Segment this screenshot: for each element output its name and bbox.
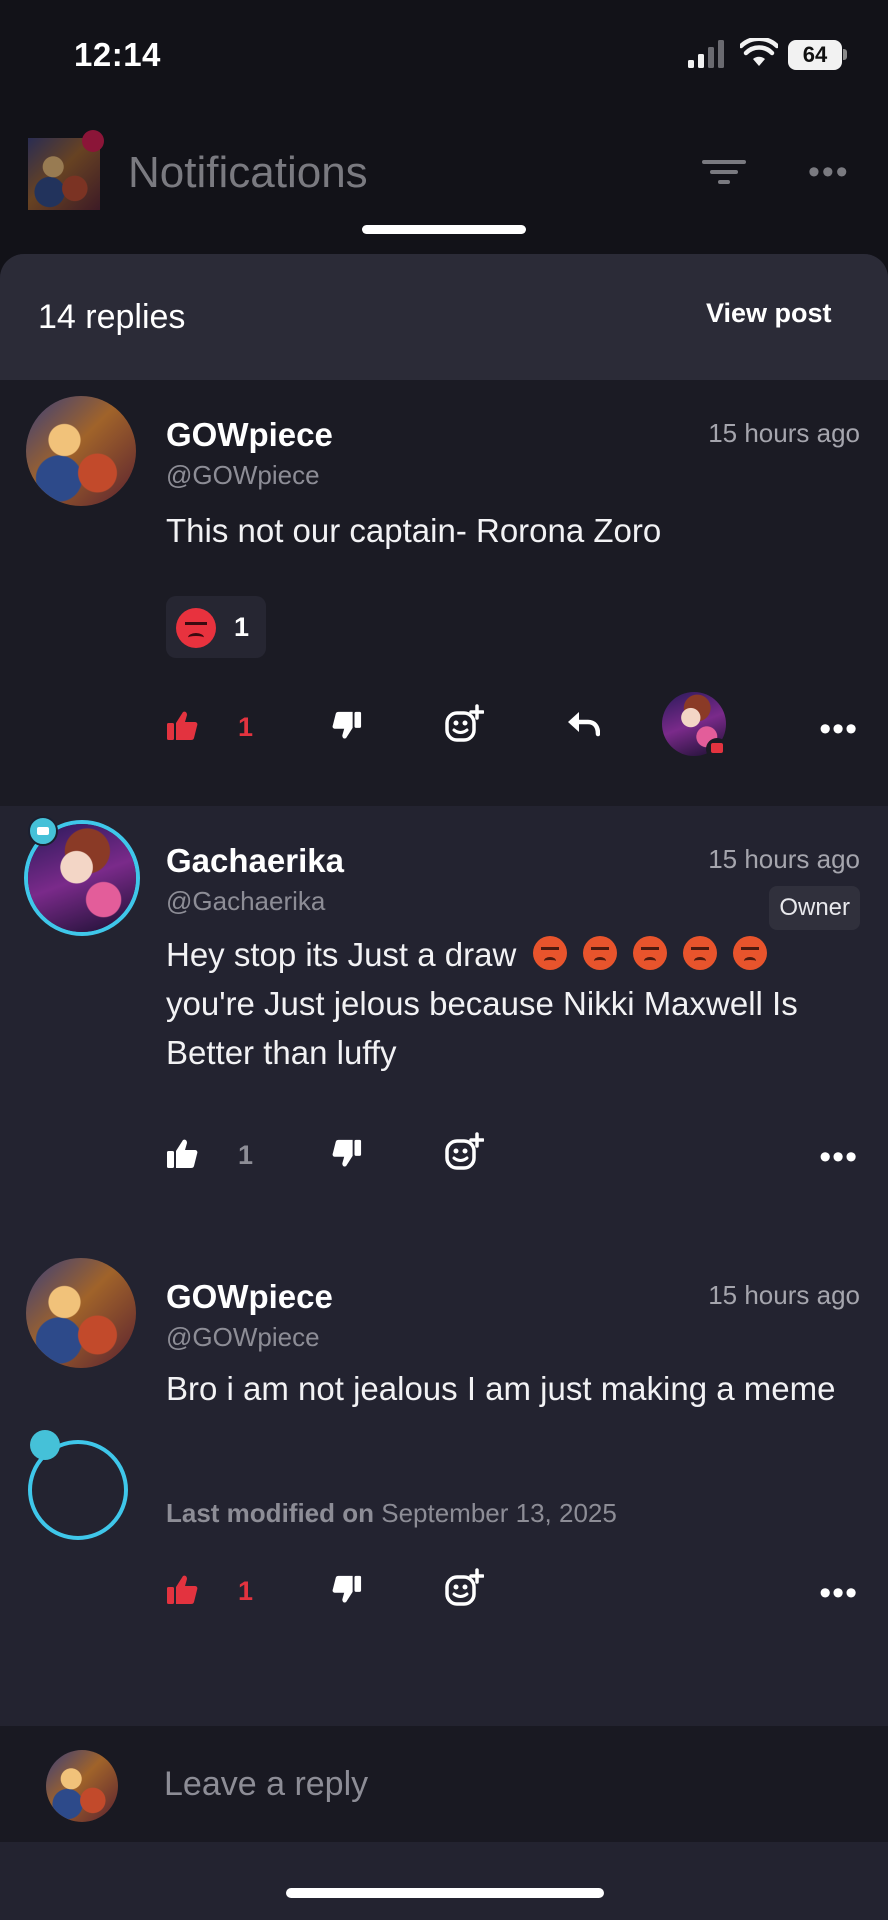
thumbs-down-icon[interactable] xyxy=(332,1138,362,1168)
replies-sheet: 14 replies View post GOWpiece @GOWpiece … xyxy=(0,254,888,1920)
comment-item: GOWpiece @GOWpiece 15 hours ago Bro i am… xyxy=(0,1242,888,1678)
comment-body: Hey stop its Just a draw you're Just jel… xyxy=(166,930,856,1077)
comment-item: GOWpiece @GOWpiece 15 hours ago This not… xyxy=(0,380,888,806)
comment-item: Gachaerika @Gachaerika 15 hours ago Owne… xyxy=(0,806,888,1242)
comment-actions: 1 ••• xyxy=(0,692,888,760)
comment-time: 15 hours ago xyxy=(708,844,860,874)
like-count: 1 xyxy=(238,1140,254,1170)
angry-face-icon xyxy=(583,936,618,970)
add-emoji-icon[interactable] xyxy=(444,704,484,744)
more-icon[interactable]: ••• xyxy=(819,1574,858,1613)
comment-actions: 1 ••• xyxy=(0,1562,888,1622)
filter-icon[interactable] xyxy=(702,154,746,190)
comment-time: 15 hours ago xyxy=(708,418,860,448)
signal-icon xyxy=(688,40,724,68)
more-icon[interactable]: ••• xyxy=(819,710,858,749)
reaction-chip[interactable]: 1 xyxy=(166,596,266,658)
thumbs-up-icon[interactable] xyxy=(166,1138,198,1170)
reaction-count: 1 xyxy=(234,612,250,642)
thumbs-down-icon[interactable] xyxy=(332,710,362,740)
replier-badge xyxy=(706,738,728,760)
view-post-button[interactable]: View post xyxy=(706,298,832,329)
home-indicator[interactable] xyxy=(286,1888,604,1898)
notification-dot xyxy=(82,130,104,152)
comment-author[interactable]: Gachaerika xyxy=(166,842,344,880)
comment-actions: 1 ••• xyxy=(0,1126,888,1186)
comment-body-end: you're Just jelous because Nikki Maxwell… xyxy=(166,985,798,1071)
comment-body: This not our captain- Rorona Zoro xyxy=(166,512,662,549)
comment-body: Bro i am not jealous I am just making a … xyxy=(166,1370,836,1407)
like-count: 1 xyxy=(238,1576,254,1606)
comment-author[interactable]: GOWpiece xyxy=(166,416,333,454)
status-time: 12:14 xyxy=(74,36,161,73)
robot-badge-icon xyxy=(30,1430,60,1460)
angry-face-icon xyxy=(176,608,216,648)
angry-face-icon xyxy=(733,936,768,970)
wifi-icon xyxy=(740,38,778,66)
avatar[interactable] xyxy=(26,1258,136,1368)
comment-handle: @GOWpiece xyxy=(166,1322,320,1352)
add-emoji-icon[interactable] xyxy=(444,1568,484,1608)
thumbs-up-icon[interactable] xyxy=(166,710,198,742)
status-bar: 12:14 64 xyxy=(0,0,888,110)
comment-handle: @GOWpiece xyxy=(166,460,320,490)
comment-handle: @Gachaerika xyxy=(166,886,326,916)
more-icon[interactable]: ••• xyxy=(808,155,850,189)
angry-face-icon xyxy=(533,936,568,970)
comment-time: 15 hours ago xyxy=(708,1280,860,1310)
comment-body-start: Hey stop its Just a draw xyxy=(166,936,517,973)
like-count: 1 xyxy=(238,712,254,742)
sheet-grabber[interactable] xyxy=(362,225,526,234)
notifications-title: Notifications xyxy=(128,148,368,197)
last-modified: Last modified on September 13, 2025 xyxy=(166,1498,617,1529)
background-header: Notifications ••• xyxy=(0,110,888,240)
add-emoji-icon[interactable] xyxy=(444,1132,484,1172)
my-avatar xyxy=(46,1750,118,1822)
battery-nub xyxy=(843,49,847,60)
modified-label: Last modified on xyxy=(166,1498,374,1528)
robot-badge-icon xyxy=(28,816,58,846)
thumbs-up-icon[interactable] xyxy=(166,1574,198,1606)
battery-indicator: 64 xyxy=(788,40,842,70)
reply-icon[interactable] xyxy=(566,710,600,738)
reply-count: 14 replies xyxy=(38,298,186,336)
thumbs-down-icon[interactable] xyxy=(332,1574,362,1604)
sheet-header: 14 replies View post xyxy=(0,254,888,380)
modified-date: September 13, 2025 xyxy=(381,1498,617,1528)
more-icon[interactable]: ••• xyxy=(819,1138,858,1177)
angry-face-icon xyxy=(633,936,668,970)
reply-bar xyxy=(0,1726,888,1842)
owner-badge: Owner xyxy=(769,886,860,930)
comment-author[interactable]: GOWpiece xyxy=(166,1278,333,1316)
angry-face-icon xyxy=(683,936,718,970)
avatar[interactable] xyxy=(26,396,136,506)
reply-input[interactable] xyxy=(164,1762,844,1806)
